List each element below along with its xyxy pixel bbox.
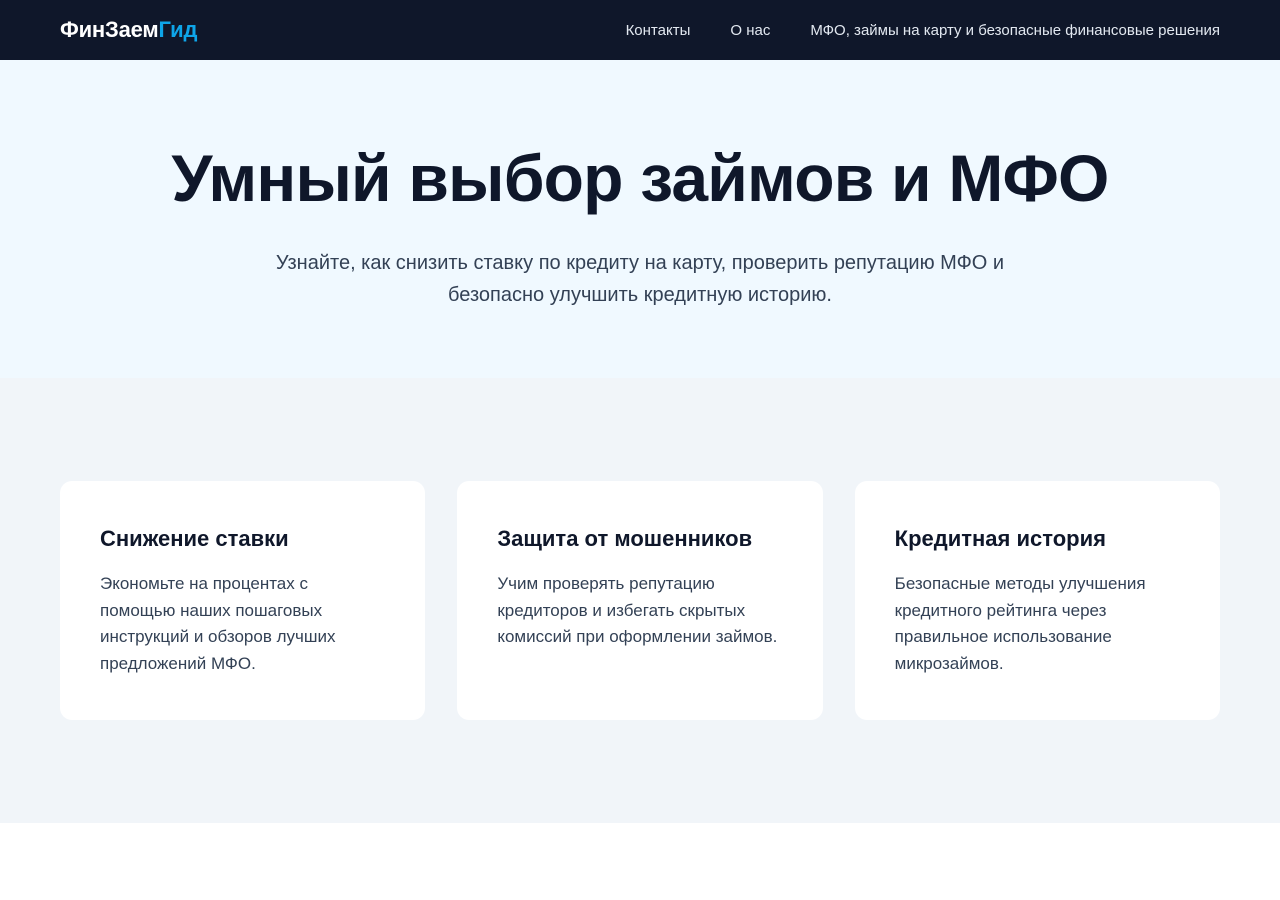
page-bottom-space bbox=[0, 823, 1280, 900]
hero-section: Умный выбор займов и МФО Узнайте, как сн… bbox=[0, 60, 1280, 378]
feature-card-fraud: Защита от мошенников Учим проверять репу… bbox=[457, 481, 823, 720]
top-navbar: ФинЗаемГид Контакты О нас МФО, займы на … bbox=[0, 0, 1280, 60]
feature-card-title: Защита от мошенников bbox=[497, 526, 753, 551]
nav-link-contacts[interactable]: Контакты bbox=[626, 22, 691, 39]
nav-link-mfo[interactable]: МФО, займы на карту и безопасные финансо… bbox=[810, 22, 1220, 39]
site-logo[interactable]: ФинЗаемГид bbox=[60, 17, 197, 43]
features-section: Снижение ставки Экономьте на процентах с… bbox=[0, 378, 1280, 823]
logo-main-text: ФинЗаем bbox=[60, 17, 159, 42]
nav-link-about[interactable]: О нас bbox=[730, 22, 770, 39]
hero-subtitle: Узнайте, как снизить ставку по кредиту н… bbox=[275, 251, 1005, 306]
feature-card-text: Учим проверять репутацию кредиторов и из… bbox=[497, 574, 778, 647]
feature-card-text: Безопасные методы улучшения кредитного р… bbox=[894, 574, 1146, 673]
hero-title: Умный выбор займов и МФО bbox=[171, 141, 1109, 215]
logo-accent-text: Гид bbox=[158, 17, 198, 42]
feature-card-text: Экономьте на процентах с помощью наших п… bbox=[100, 574, 336, 673]
nav-links: Контакты О нас МФО, займы на карту и без… bbox=[586, 22, 1220, 39]
feature-card-title: Снижение ставки bbox=[100, 526, 289, 551]
feature-card-title: Кредитная история bbox=[894, 526, 1106, 551]
feature-card-credit: Кредитная история Безопасные методы улуч… bbox=[854, 481, 1220, 720]
feature-card-rate: Снижение ставки Экономьте на процентах с… bbox=[60, 481, 426, 720]
